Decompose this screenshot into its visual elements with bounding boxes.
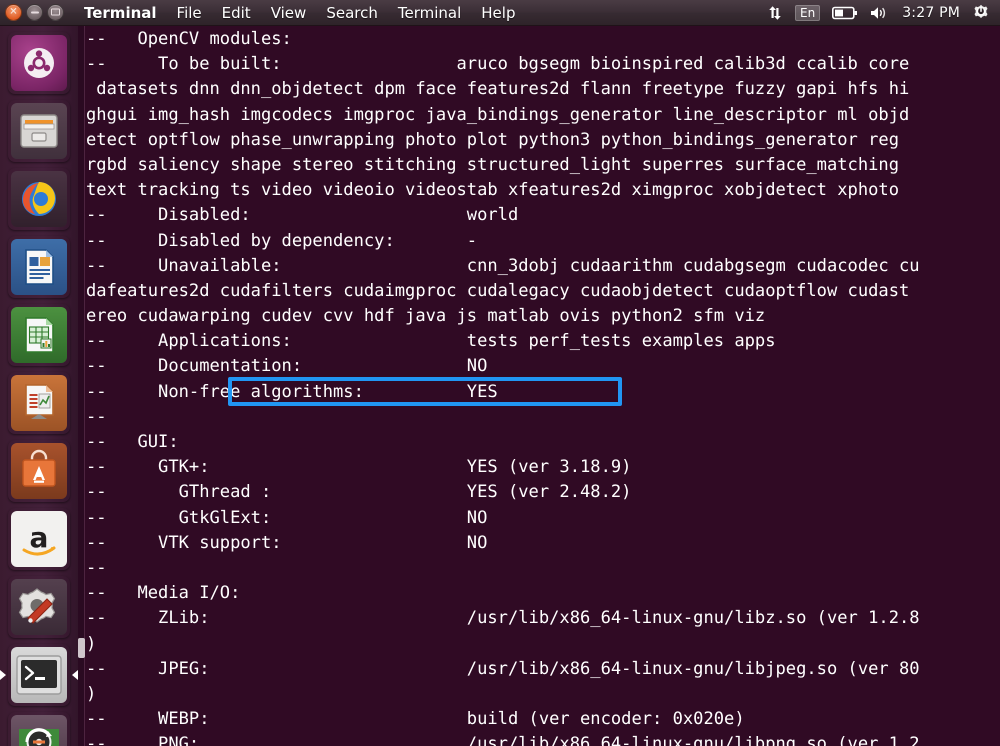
launcher-libreoffice-impress[interactable]	[8, 372, 70, 434]
terminal-line: dafeatures2d cudafilters cudaimgproc cud…	[86, 280, 910, 301]
launcher-dash[interactable]	[8, 32, 70, 94]
updater-disc-icon	[11, 715, 67, 746]
terminal-line: -- Non-free algorithms: YES	[86, 381, 498, 402]
terminal-line: -- Applications: tests perf_tests exampl…	[86, 331, 776, 352]
launcher-amazon[interactable]: a	[8, 508, 70, 570]
launcher-files[interactable]	[8, 100, 70, 162]
terminal-icon	[11, 647, 67, 703]
terminal-line: -- Disabled: world	[86, 205, 519, 226]
menu-help[interactable]: Help	[471, 2, 525, 24]
menu-file[interactable]: File	[167, 2, 212, 24]
clock[interactable]: 3:27 PM	[902, 5, 960, 21]
battery-icon[interactable]	[832, 6, 858, 20]
terminal-line: --	[86, 557, 107, 578]
software-bag-icon	[11, 443, 67, 499]
terminal-line: datasets dnn dnn_objdetect dpm face feat…	[86, 79, 910, 100]
terminal-line: -- WEBP: build (ver encoder: 0x020e)	[86, 709, 745, 730]
svg-text:a: a	[30, 521, 49, 554]
terminal-line: -- GTK+: YES (ver 3.18.9)	[86, 457, 632, 478]
system-tray: En 3:27 PM	[767, 4, 1000, 22]
terminal-line: etect optflow phase_unwrapping photo plo…	[86, 129, 900, 150]
close-window-button[interactable]: ✕	[5, 4, 22, 21]
launcher-libreoffice-writer[interactable]	[8, 236, 70, 298]
gear-wrench-icon	[11, 579, 67, 635]
terminal-line: ghgui img_hash imgcodecs imgproc java_bi…	[86, 104, 910, 125]
maximize-window-button[interactable]	[47, 4, 64, 21]
document-icon	[11, 239, 67, 295]
launcher-ubuntu-software[interactable]	[8, 440, 70, 502]
terminal-line: -- VTK support: NO	[86, 532, 488, 553]
terminal-line: )	[86, 633, 97, 654]
volume-icon[interactable]	[870, 5, 890, 21]
minimize-window-button[interactable]	[26, 4, 43, 21]
terminal-line: -- Unavailable: cnn_3dobj cudaarithm cud…	[86, 255, 920, 276]
terminal-output: -- OpenCV modules: -- To be built: aruco …	[86, 26, 1000, 746]
top-panel: ✕ Terminal File Edit View Search Termina…	[0, 0, 1000, 26]
amazon-icon: a	[11, 511, 67, 567]
terminal-line: -- ZLib: /usr/lib/x86_64-linux-gnu/libz.…	[86, 608, 920, 629]
terminal-line: text tracking ts video videoio videostab…	[86, 180, 900, 201]
terminal-line: -- Disabled by dependency: -	[86, 230, 478, 251]
menu-edit[interactable]: Edit	[212, 2, 261, 24]
terminal-line: -- Documentation: NO	[86, 356, 488, 377]
terminal-line: --	[86, 406, 107, 427]
spreadsheet-icon	[11, 307, 67, 363]
launcher-firefox[interactable]	[8, 168, 70, 230]
scrollbar-thumb[interactable]	[78, 638, 85, 658]
terminal-line: )	[86, 683, 97, 704]
terminal-line: -- Media I/O:	[86, 583, 241, 604]
terminal-line: rgbd saliency shape stereo stitching str…	[86, 154, 900, 175]
menu-app-terminal[interactable]: Terminal	[74, 2, 167, 24]
launcher-system-settings[interactable]	[8, 576, 70, 638]
terminal-line: -- GtkGlExt: NO	[86, 507, 488, 528]
terminal-line: -- GThread : YES (ver 2.48.2)	[86, 482, 632, 503]
terminal-window[interactable]: -- OpenCV modules: -- To be built: aruco …	[78, 26, 1000, 746]
menu-bar: Terminal File Edit View Search Terminal …	[74, 2, 525, 24]
terminal-scrollbar[interactable]	[78, 26, 85, 746]
window-controls: ✕	[0, 4, 70, 21]
ubuntu-logo-icon	[11, 35, 67, 91]
firefox-icon	[11, 171, 67, 227]
launcher-software-updater[interactable]	[8, 712, 70, 746]
unity-launcher: a	[0, 26, 78, 746]
terminal-line: ereo cudawarping cudev cvv hdf java js m…	[86, 306, 766, 327]
terminal-line: -- To be built: aruco bgsegm bioinspired…	[86, 54, 910, 75]
terminal-line: -- JPEG: /usr/lib/x86_64-linux-gnu/libjp…	[86, 658, 920, 679]
terminal-line: -- OpenCV modules:	[86, 29, 292, 49]
menu-search[interactable]: Search	[316, 2, 388, 24]
desktop-screen: ✕ Terminal File Edit View Search Termina…	[0, 0, 1000, 746]
menu-terminal[interactable]: Terminal	[388, 2, 471, 24]
keyboard-layout-indicator[interactable]: En	[795, 4, 821, 21]
network-updown-icon[interactable]	[767, 5, 783, 21]
launcher-terminal[interactable]	[0, 644, 78, 706]
launcher-libreoffice-calc[interactable]	[8, 304, 70, 366]
terminal-line: -- GUI:	[86, 432, 179, 452]
gear-power-icon[interactable]	[972, 4, 990, 22]
presentation-icon	[11, 375, 67, 431]
terminal-line: -- PNG: /usr/lib/x86_64-linux-gnu/libpng…	[86, 734, 920, 746]
file-cabinet-icon	[11, 103, 67, 159]
menu-view[interactable]: View	[261, 2, 317, 24]
